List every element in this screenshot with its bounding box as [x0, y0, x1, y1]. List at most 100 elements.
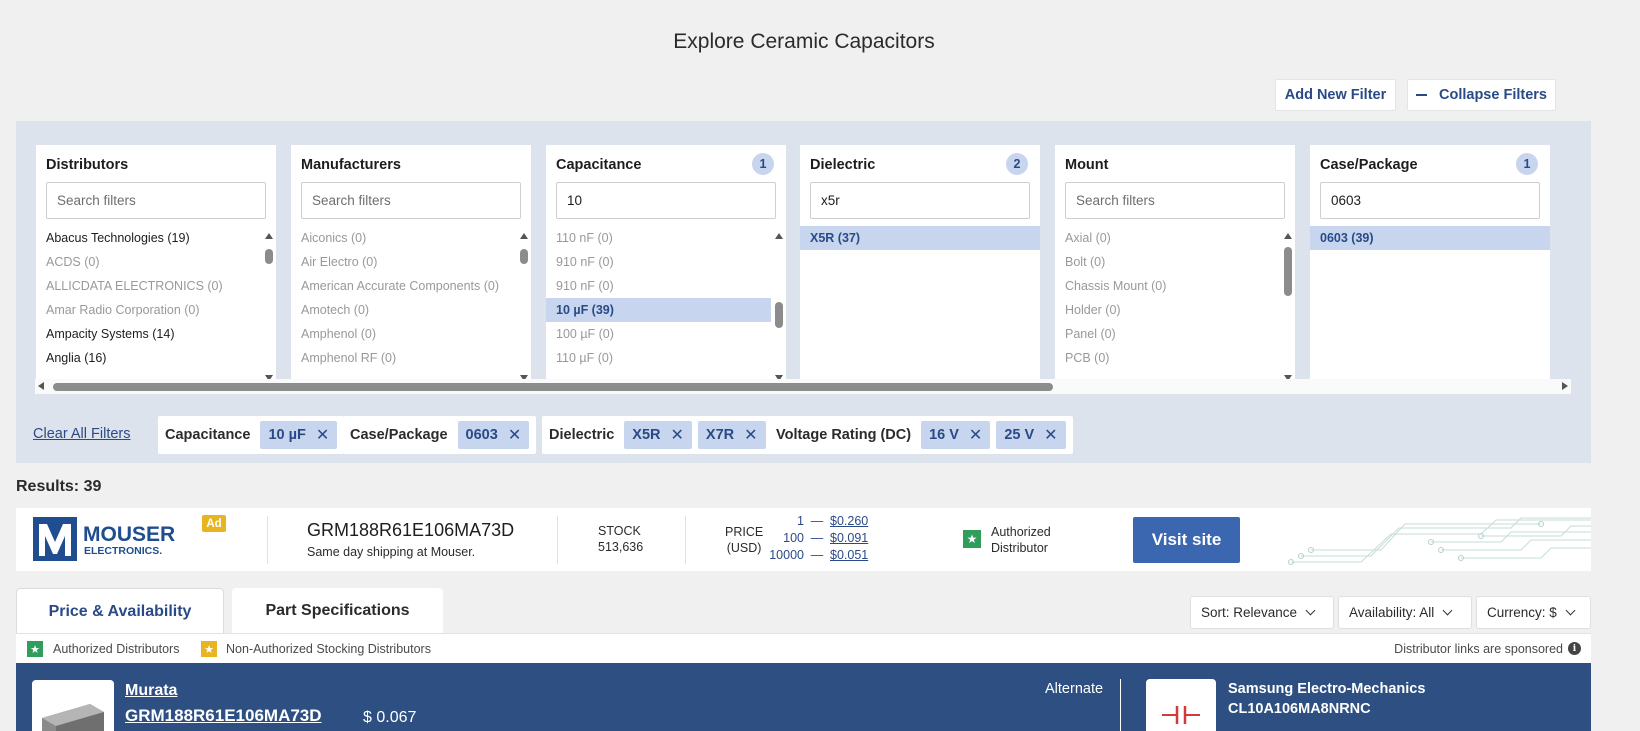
filter-option[interactable]: American Accurate Components (0): [291, 274, 531, 298]
filter-vertical-scrollbar[interactable]: [772, 233, 786, 381]
filter-option[interactable]: Abacus Technologies (19): [36, 226, 276, 250]
results-count: Results: 39: [16, 478, 102, 495]
filter-search-input[interactable]: [810, 182, 1030, 219]
filter-option[interactable]: X5R (37): [800, 226, 1040, 250]
scroll-thumb[interactable]: [265, 248, 273, 264]
filter-options-list: 110 nF (0) 910 nF (0) 910 nF (0) 10 µF (39)…: [546, 226, 786, 381]
filter-option[interactable]: Amotech (0): [291, 298, 531, 322]
ad-part-number[interactable]: GRM188R61E106MA73D: [307, 520, 514, 541]
manufacturer-link[interactable]: Murata: [125, 682, 177, 700]
active-filter-chip[interactable]: 10 µF ✕: [260, 421, 338, 449]
add-new-filter-button[interactable]: Add New Filter: [1275, 79, 1396, 111]
authorized-legend: Authorized Distributors: [53, 642, 180, 656]
tab-part-specifications[interactable]: Part Specifications: [232, 588, 443, 633]
chip-value: 25 V: [1004, 427, 1035, 443]
filter-option[interactable]: 0603 (39): [1310, 226, 1550, 250]
scroll-up-arrow-icon[interactable]: [520, 233, 528, 239]
sort-value: Sort: Relevance: [1201, 605, 1298, 620]
price-label-line2: (USD): [726, 541, 762, 555]
active-filter-chip[interactable]: 16 V ✕: [921, 421, 991, 449]
scroll-thumb[interactable]: [53, 383, 1053, 391]
filter-search-input[interactable]: [46, 182, 266, 219]
selected-count-badge: 1: [752, 153, 774, 175]
clear-all-filters-link[interactable]: Clear All Filters: [33, 426, 131, 442]
filter-option[interactable]: ACDS (0): [36, 250, 276, 274]
alternate-manufacturer[interactable]: Samsung Electro-Mechanics: [1228, 681, 1425, 697]
filter-panel-case-package: Case/Package 1 0603 (39): [1310, 145, 1550, 381]
close-icon[interactable]: ✕: [1044, 425, 1057, 445]
filter-search-input[interactable]: [556, 182, 776, 219]
filter-option[interactable]: Bolt (0): [1055, 250, 1295, 274]
filter-search-input[interactable]: [1065, 182, 1285, 219]
active-filter-chip[interactable]: X7R ✕: [697, 421, 766, 449]
active-filter-chip[interactable]: 0603 ✕: [457, 421, 530, 449]
scroll-left-arrow-icon[interactable]: [38, 382, 44, 390]
scroll-thumb[interactable]: [520, 248, 528, 264]
filter-option[interactable]: Axial (0): [1055, 226, 1295, 250]
filter-search-input[interactable]: [1320, 182, 1540, 219]
filter-option[interactable]: 110 nF (0): [546, 226, 786, 250]
filter-option[interactable]: Amar Radio Corporation (0): [36, 298, 276, 322]
close-icon[interactable]: ✕: [316, 425, 329, 445]
filter-option[interactable]: Air Electro (0): [291, 250, 531, 274]
filter-vertical-scrollbar[interactable]: [1281, 233, 1295, 381]
filter-option[interactable]: Amphenol RF (0): [291, 346, 531, 370]
filter-option[interactable]: 910 nF (0): [546, 250, 786, 274]
filter-vertical-scrollbar[interactable]: [517, 233, 531, 381]
visit-site-button[interactable]: Visit site: [1133, 517, 1240, 563]
filter-option[interactable]: Aiconics (0): [291, 226, 531, 250]
collapse-filters-button[interactable]: Collapse Filters: [1407, 79, 1556, 111]
unit-price: $ 0.067: [363, 709, 417, 726]
filter-search-input[interactable]: [301, 182, 521, 219]
filter-option[interactable]: Panel (0): [1055, 322, 1295, 346]
tab-price-availability[interactable]: Price & Availability: [16, 588, 224, 634]
close-icon[interactable]: ✕: [671, 425, 684, 445]
scroll-thumb[interactable]: [1284, 246, 1292, 296]
filters-horizontal-scrollbar[interactable]: [35, 379, 1571, 394]
chevron-down-icon: [1565, 605, 1576, 616]
filter-option[interactable]: Chassis Mount (0): [1055, 274, 1295, 298]
active-filter-group: Dielectric X5R ✕ X7R ✕: [542, 416, 773, 454]
minus-icon: [1416, 94, 1427, 96]
sort-dropdown[interactable]: Sort: Relevance: [1190, 596, 1334, 629]
close-icon[interactable]: ✕: [969, 425, 982, 445]
filter-options-list: Axial (0) Bolt (0) Chassis Mount (0) Holder…: [1055, 226, 1295, 381]
scroll-right-arrow-icon[interactable]: [1562, 382, 1568, 390]
filter-option[interactable]: 100 µF (0): [546, 322, 786, 346]
part-image[interactable]: [32, 680, 114, 731]
price-amount-link[interactable]: $0.091: [830, 531, 868, 545]
filter-option[interactable]: Anglia (16): [36, 346, 276, 370]
filter-option[interactable]: PCB (0): [1055, 346, 1295, 370]
filter-option[interactable]: 10 µF (39): [546, 298, 771, 322]
availability-dropdown[interactable]: Availability: All: [1338, 596, 1472, 629]
price-amount-link[interactable]: $0.260: [830, 514, 868, 528]
currency-dropdown[interactable]: Currency: $: [1476, 596, 1591, 629]
scroll-up-arrow-icon[interactable]: [775, 233, 783, 239]
close-icon[interactable]: ✕: [508, 425, 521, 445]
divider: [267, 516, 268, 564]
filter-option[interactable]: Ampacity Systems (14): [36, 322, 276, 346]
price-qty: 10000: [769, 548, 804, 562]
filter-option[interactable]: 910 nF (0): [546, 274, 786, 298]
scroll-up-arrow-icon[interactable]: [265, 233, 273, 239]
active-filter-chip[interactable]: X5R ✕: [624, 421, 692, 449]
filter-option[interactable]: ALLICDATA ELECTRONICS (0): [36, 274, 276, 298]
chevron-down-icon: [1305, 605, 1316, 616]
alternate-part-number[interactable]: CL10A106MA8NRNC: [1228, 701, 1371, 717]
mouser-logo[interactable]: MOUSER ELECTRONICS.: [33, 516, 183, 564]
info-icon[interactable]: i: [1568, 642, 1581, 655]
scroll-up-arrow-icon[interactable]: [1284, 233, 1292, 239]
part-number-link[interactable]: GRM188R61E106MA73D: [125, 706, 322, 726]
filter-option[interactable]: 110 µF (0): [546, 346, 786, 370]
scroll-thumb[interactable]: [775, 302, 783, 328]
filter-option[interactable]: Amphenol (0): [291, 322, 531, 346]
filter-vertical-scrollbar[interactable]: [262, 233, 276, 381]
price-amount-link[interactable]: $0.051: [830, 548, 868, 562]
filter-options-list: Aiconics (0) Air Electro (0) American Accu…: [291, 226, 531, 381]
filter-option[interactable]: Holder (0): [1055, 298, 1295, 322]
active-filter-group: Case/Package 0603 ✕: [343, 416, 537, 454]
chip-value: X7R: [705, 427, 735, 443]
active-filter-chip[interactable]: 25 V ✕: [996, 421, 1066, 449]
capacitor-symbol-icon[interactable]: [1146, 679, 1216, 731]
close-icon[interactable]: ✕: [744, 425, 757, 445]
